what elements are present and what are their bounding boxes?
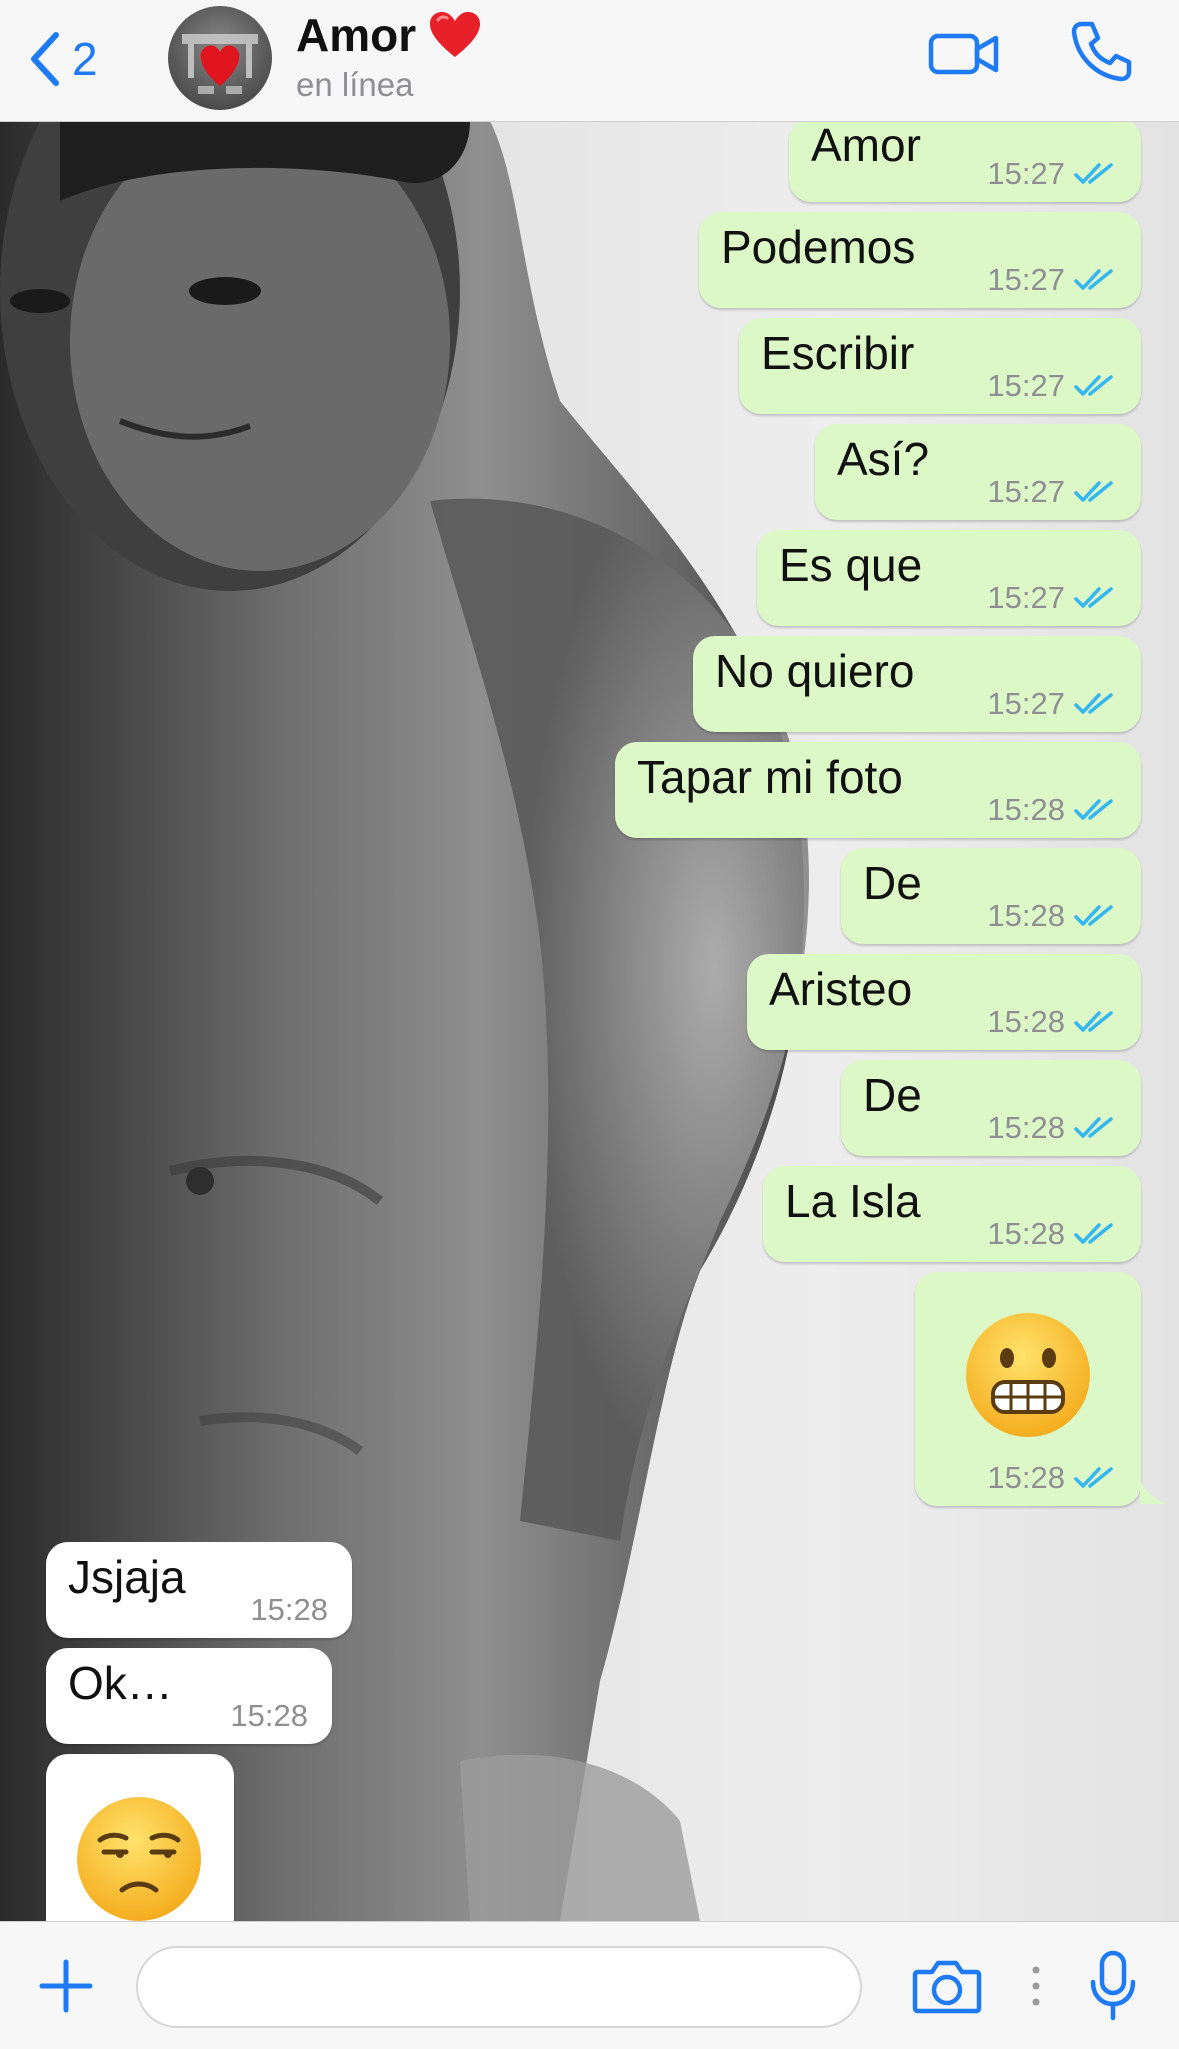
message-bubble-outgoing[interactable]: De 15:28 — [841, 1060, 1141, 1156]
microphone-icon — [1090, 1950, 1136, 2021]
composer-bar — [0, 1921, 1179, 2049]
message-input[interactable] — [136, 1946, 862, 2028]
message-bubble-outgoing[interactable]: Así? 15:27 — [815, 424, 1141, 520]
grimacing-face-icon — [966, 1313, 1090, 1437]
message-text: Podemos — [721, 221, 916, 273]
message-time: 15:27 — [987, 368, 1065, 403]
message-meta: 15:27 — [987, 262, 1117, 298]
message-meta: 15:28 — [987, 898, 1117, 934]
message-bubble-incoming-emoji[interactable] — [46, 1754, 234, 1934]
double-check-icon — [1074, 905, 1113, 926]
message-bubble-outgoing[interactable]: Es que 15:27 — [757, 530, 1141, 626]
avatar-image — [182, 34, 258, 94]
double-check-icon — [1074, 1117, 1113, 1138]
camera-icon — [912, 1960, 982, 2014]
message-text: Ok… — [68, 1657, 173, 1709]
attach-button[interactable] — [38, 1958, 94, 2019]
double-check-icon — [1074, 481, 1113, 502]
message-time: 15:28 — [987, 1004, 1065, 1039]
message-time: 15:28 — [987, 1460, 1065, 1495]
message-meta: 15:28 — [987, 792, 1117, 828]
message-text: La Isla — [785, 1175, 921, 1227]
message-bubble-outgoing[interactable]: Tapar mi foto 15:28 — [615, 742, 1141, 838]
message-time: 15:28 — [987, 898, 1065, 933]
message-meta: 15:28 — [987, 1004, 1117, 1040]
voice-call-button[interactable] — [1068, 18, 1134, 89]
unamused-face-icon — [77, 1797, 201, 1921]
message-meta: 15:27 — [987, 368, 1117, 404]
chevron-left-icon — [31, 32, 59, 86]
double-check-icon — [1074, 587, 1113, 608]
message-text: No quiero — [715, 645, 915, 697]
message-time: 15:28 — [250, 1592, 328, 1627]
contact-name-text: Amor — [296, 9, 417, 61]
plus-icon — [39, 1959, 93, 2013]
message-text: Jsjaja — [68, 1551, 186, 1603]
back-button[interactable]: 2 — [28, 26, 98, 92]
message-bubble-incoming[interactable]: Jsjaja 15:28 — [46, 1542, 352, 1638]
message-text: De — [863, 1069, 922, 1121]
red-heart-icon — [430, 12, 481, 57]
message-meta: 15:27 — [987, 156, 1117, 192]
message-text: Aristeo — [769, 963, 913, 1015]
message-text: De — [863, 857, 922, 909]
message-meta: 15:28 — [230, 1698, 308, 1734]
contact-name[interactable]: Amor — [296, 8, 482, 62]
message-meta: 15:27 — [987, 686, 1117, 722]
message-text: Así? — [837, 433, 930, 485]
double-check-icon — [1074, 375, 1113, 396]
message-text: Es que — [779, 539, 923, 591]
double-check-icon — [1074, 1223, 1113, 1244]
message-time: 15:27 — [987, 474, 1065, 509]
message-meta: 15:28 — [250, 1592, 328, 1628]
message-time: 15:27 — [987, 156, 1065, 191]
avatar[interactable] — [168, 6, 272, 110]
message-bubble-outgoing[interactable]: Aristeo 15:28 — [747, 954, 1141, 1050]
message-time: 15:27 — [987, 580, 1065, 615]
message-meta: 15:28 — [987, 1216, 1117, 1252]
message-meta: 15:27 — [987, 474, 1117, 510]
message-meta: 15:27 — [987, 580, 1117, 616]
message-meta: 15:28 — [987, 1460, 1117, 1496]
voice-note-button[interactable] — [1088, 1950, 1138, 2027]
message-time: 15:27 — [987, 686, 1065, 721]
message-bubble-incoming[interactable]: Ok… 15:28 — [46, 1648, 332, 1744]
double-check-icon — [1074, 163, 1113, 184]
message-time: 15:28 — [987, 792, 1065, 827]
double-check-icon — [1074, 693, 1113, 714]
double-check-icon — [1074, 1467, 1113, 1488]
message-bubble-outgoing[interactable]: De 15:28 — [841, 848, 1141, 944]
video-camera-icon — [928, 33, 999, 75]
message-text: Escribir — [761, 327, 915, 379]
message-time: 15:28 — [230, 1698, 308, 1733]
message-bubble-outgoing[interactable]: Escribir 15:27 — [739, 318, 1141, 414]
message-bubble-outgoing[interactable]: Amor 15:27 — [789, 118, 1141, 202]
double-check-icon — [1074, 269, 1113, 290]
message-bubble-outgoing-emoji[interactable]: 15:28 — [915, 1272, 1141, 1506]
message-bubble-outgoing[interactable]: No quiero 15:27 — [693, 636, 1141, 732]
bubble-tail — [1140, 1480, 1168, 1504]
camera-button[interactable] — [912, 1958, 982, 2019]
unread-count: 2 — [72, 33, 98, 85]
phone-icon — [1071, 21, 1132, 82]
message-text: Amor — [811, 119, 921, 171]
double-check-icon — [1074, 1011, 1113, 1032]
message-meta: 15:28 — [987, 1110, 1117, 1146]
message-bubble-outgoing[interactable]: Podemos 15:27 — [699, 212, 1141, 308]
message-time: 15:28 — [987, 1110, 1065, 1145]
double-check-icon — [1074, 799, 1113, 820]
message-time: 15:28 — [987, 1216, 1065, 1251]
message-time: 15:27 — [987, 262, 1065, 297]
message-text: Tapar mi foto — [637, 751, 903, 803]
separator-dots — [1032, 1966, 1040, 2006]
presence-status: en línea — [296, 66, 414, 103]
chat-header: 2 Amor en línea — [0, 0, 1179, 122]
video-call-button[interactable] — [928, 30, 1000, 83]
message-bubble-outgoing[interactable]: La Isla 15:28 — [763, 1166, 1141, 1262]
